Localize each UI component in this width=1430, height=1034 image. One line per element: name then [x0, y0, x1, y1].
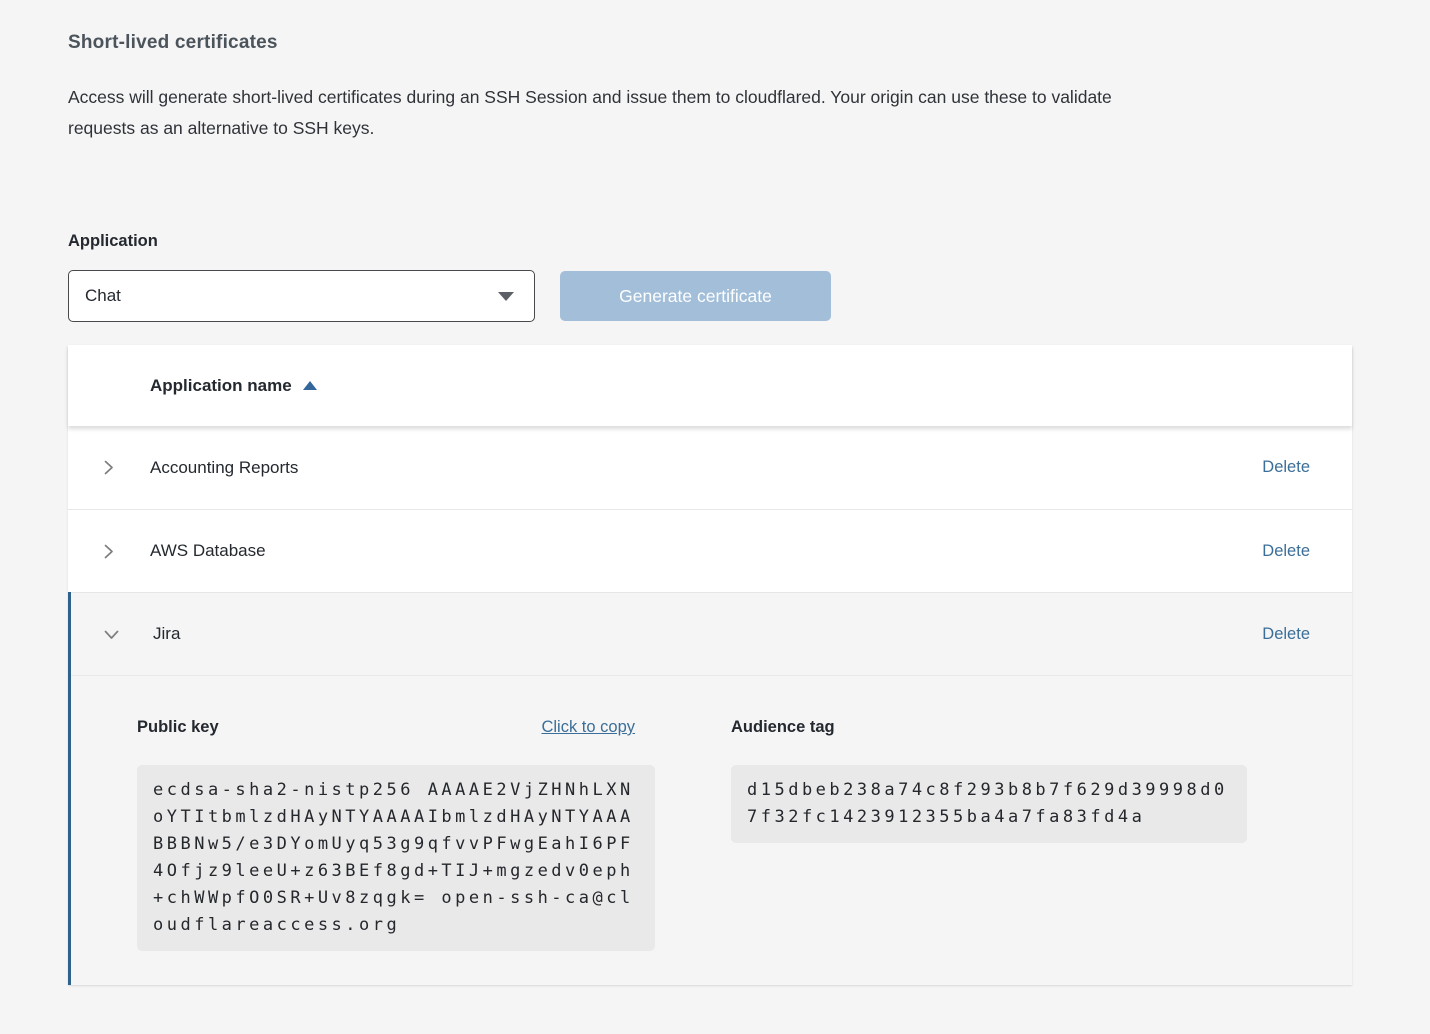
certificate-detail-panel: Public key Click to copy ecdsa-sha2-nist…	[71, 675, 1352, 985]
expand-cell[interactable]	[68, 543, 150, 560]
certificate-controls: Chat Generate certificate	[68, 270, 1352, 322]
application-label: Application	[68, 232, 1352, 251]
delete-link[interactable]: Delete	[1262, 625, 1310, 644]
public-key-header: Public key Click to copy	[137, 718, 655, 737]
delete-link[interactable]: Delete	[1262, 458, 1310, 477]
sort-ascending-icon	[303, 381, 317, 390]
page-title: Short-lived certificates	[68, 32, 1352, 54]
caret-down-icon	[498, 292, 514, 301]
column-header-label: Application name	[150, 376, 292, 396]
page-description: Access will generate short-lived certifi…	[68, 82, 1168, 144]
public-key-column: Public key Click to copy ecdsa-sha2-nist…	[137, 718, 655, 951]
audience-tag-column: Audience tag d15dbeb238a74c8f293b8b7f629…	[731, 718, 1247, 951]
application-select[interactable]: Chat	[68, 270, 535, 322]
collapse-cell[interactable]	[71, 626, 153, 643]
public-key-label: Public key	[137, 718, 219, 737]
chevron-right-icon	[100, 459, 117, 476]
audience-tag-label: Audience tag	[731, 718, 835, 737]
application-name: Accounting Reports	[150, 458, 1262, 478]
delete-link[interactable]: Delete	[1262, 542, 1310, 561]
application-name-column-header[interactable]: Application name	[150, 376, 317, 396]
short-lived-certificates-page: Short-lived certificates Access will gen…	[0, 0, 1430, 985]
certificates-table: Application name Accounting Reports Dele…	[68, 345, 1352, 985]
table-row-jira[interactable]: Jira Delete	[71, 592, 1352, 675]
table-header: Application name	[68, 345, 1352, 426]
generate-certificate-button[interactable]: Generate certificate	[560, 271, 831, 321]
application-select-value: Chat	[85, 286, 121, 306]
expanded-row-container: Jira Delete Public key Click to copy ecd…	[68, 592, 1352, 985]
audience-tag-value: d15dbeb238a74c8f293b8b7f629d39998d07f32f…	[731, 765, 1247, 843]
chevron-down-icon	[103, 626, 120, 643]
application-name: Jira	[153, 624, 1262, 644]
chevron-right-icon	[100, 543, 117, 560]
expand-cell[interactable]	[68, 459, 150, 476]
table-row-accounting-reports[interactable]: Accounting Reports Delete	[68, 426, 1352, 509]
application-name: AWS Database	[150, 541, 1262, 561]
public-key-value: ecdsa-sha2-nistp256 AAAAE2VjZHNhLXNoYTIt…	[137, 765, 655, 951]
audience-tag-header: Audience tag	[731, 718, 1247, 737]
click-to-copy-link[interactable]: Click to copy	[541, 718, 635, 737]
table-row-aws-database[interactable]: AWS Database Delete	[68, 509, 1352, 592]
